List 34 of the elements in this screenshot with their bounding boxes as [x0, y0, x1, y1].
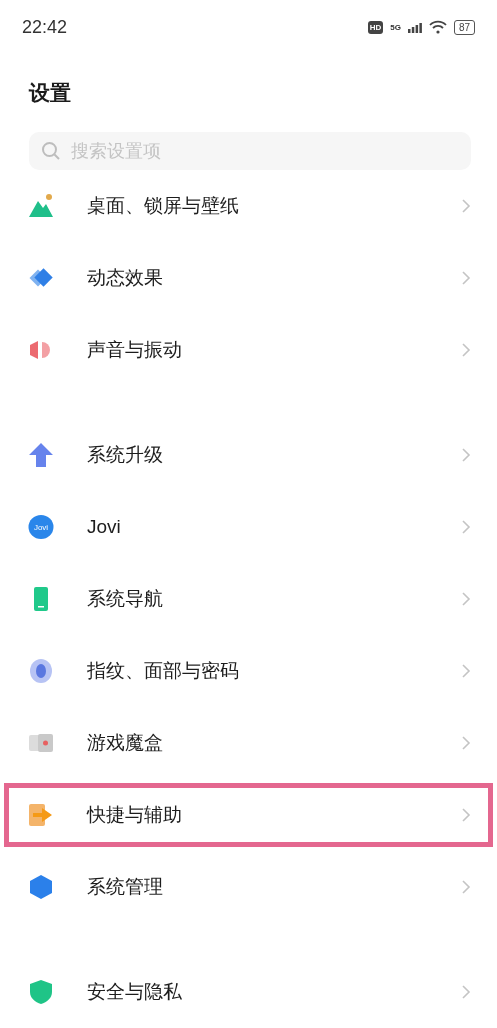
chevron-icon [461, 519, 471, 535]
settings-item[interactable]: 桌面、锁屏与壁纸 [0, 170, 497, 242]
wallpaper-icon [28, 193, 54, 219]
hd-badge: HD [367, 20, 384, 34]
settings-item[interactable]: 声音与振动 [0, 314, 497, 386]
settings-item[interactable]: 指纹、面部与密码 [0, 635, 497, 707]
status-time: 22:42 [22, 16, 68, 38]
battery-level: 87 [453, 19, 475, 35]
chevron-icon [461, 447, 471, 463]
signal-icon [407, 21, 422, 33]
chevron-icon [461, 591, 471, 607]
shortcut-icon [28, 802, 54, 828]
settings-item[interactable]: 快捷与辅助 [0, 779, 497, 851]
page-title: 设置 [29, 80, 71, 106]
chevron-icon [461, 342, 471, 358]
jovi-icon: Jovi [28, 514, 54, 540]
settings-item[interactable]: 动态效果 [0, 242, 497, 314]
chevron-icon [461, 270, 471, 286]
settings-item[interactable]: 安全与隐私 [0, 956, 497, 1028]
chevron-icon [461, 984, 471, 1000]
settings-item[interactable]: 系统导航 [0, 563, 497, 635]
network-type: 5G [390, 22, 401, 32]
chevron-icon [461, 663, 471, 679]
chevron-icon [461, 879, 471, 895]
settings-item[interactable]: 系统升级 [0, 419, 497, 491]
upgrade-icon [28, 442, 54, 468]
chevron-icon [461, 807, 471, 823]
wifi-icon [428, 20, 447, 34]
settings-item[interactable]: 系统管理 [0, 851, 497, 923]
settings-item[interactable]: 游戏魔盒 [0, 707, 497, 779]
chevron-icon [461, 198, 471, 214]
settings-item[interactable]: Jovi Jovi [0, 491, 497, 563]
security-icon [28, 979, 54, 1005]
chevron-icon [461, 735, 471, 751]
